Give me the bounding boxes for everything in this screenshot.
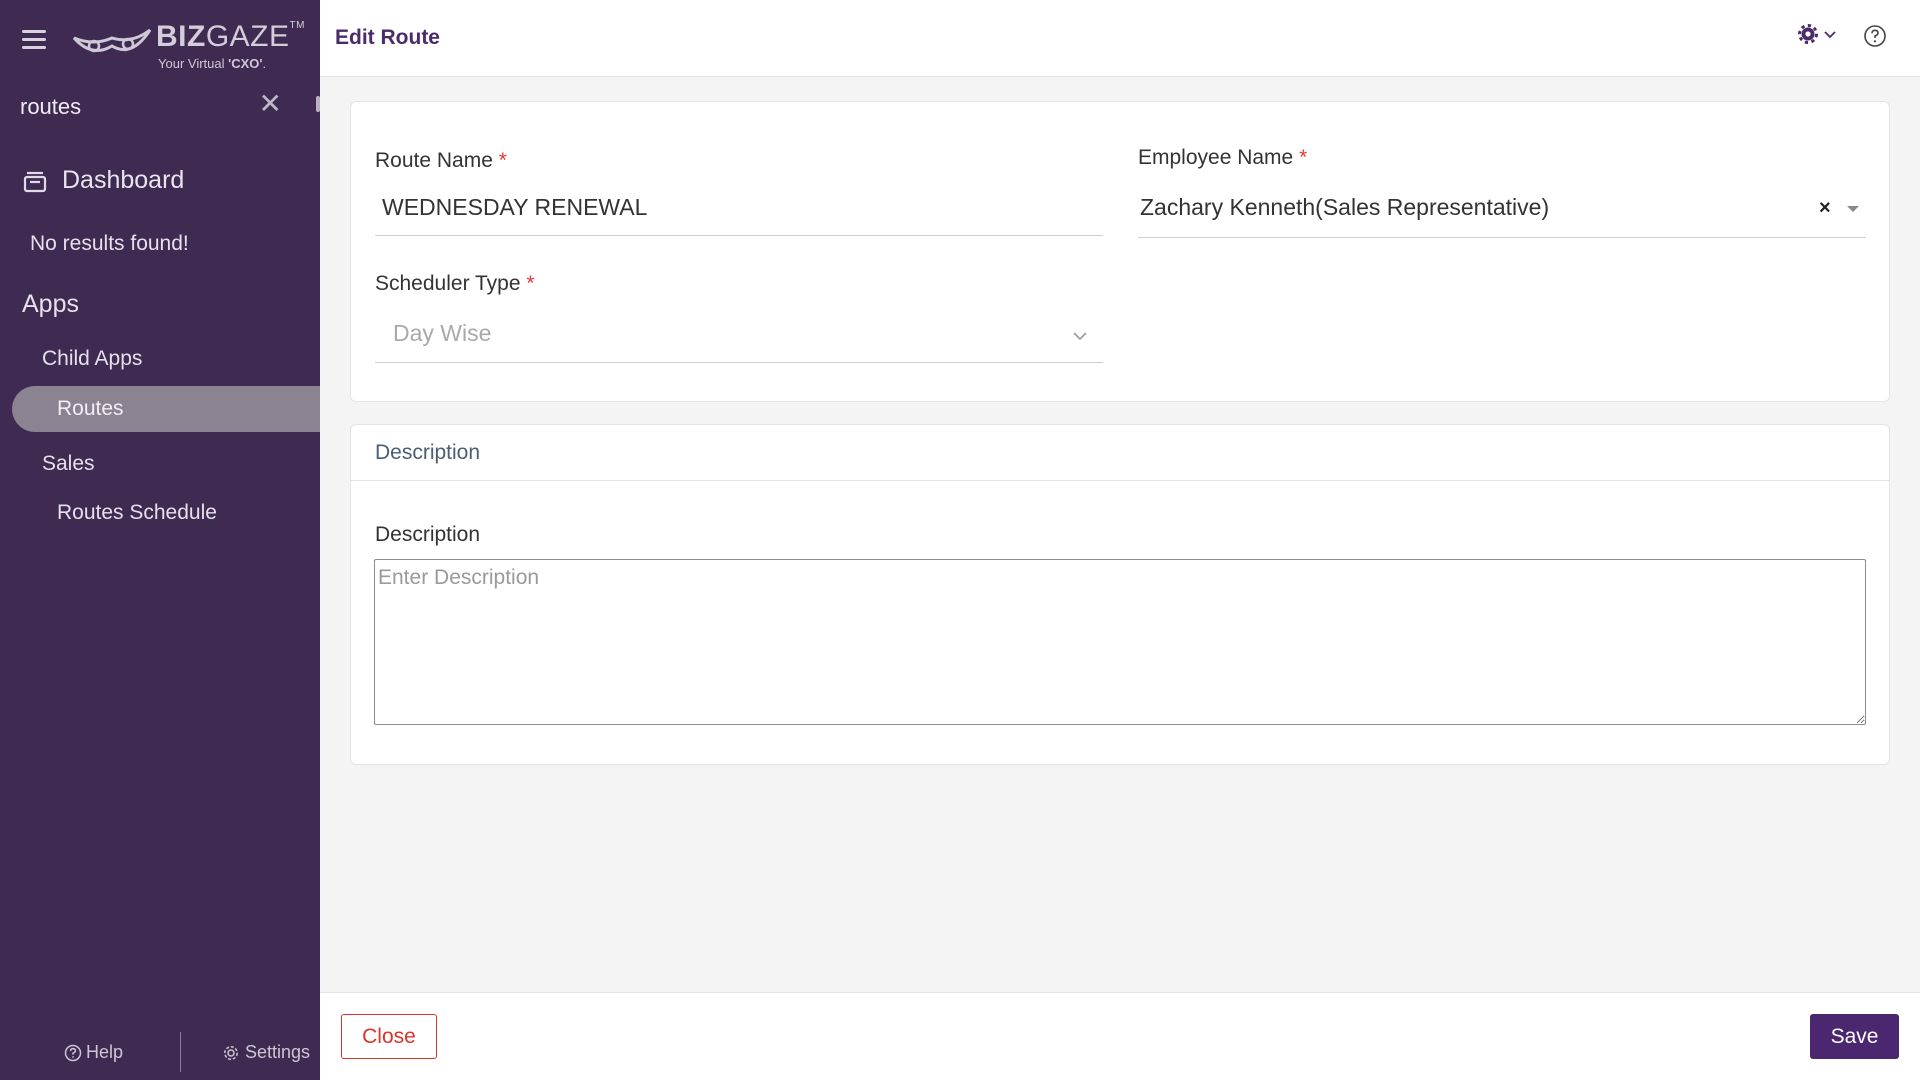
- settings-dropdown-button[interactable]: [1798, 24, 1837, 44]
- action-bar: Close Save: [320, 992, 1920, 1080]
- sidebar-item-sales[interactable]: Sales: [42, 452, 95, 476]
- description-textarea[interactable]: [374, 559, 1866, 725]
- logo-tagline: Your Virtual 'CXO'.: [158, 56, 267, 71]
- description-label: Description: [375, 523, 481, 546]
- help-circle-icon: [1864, 25, 1886, 47]
- sidebar-search-input[interactable]: routes: [20, 94, 81, 120]
- section-divider: [351, 480, 1889, 481]
- sidebar-search[interactable]: routes ✕: [20, 88, 282, 124]
- help-label: Help: [86, 1042, 124, 1062]
- sidebar-item-dashboard[interactable]: Dashboard: [22, 166, 184, 195]
- route-name-label: Route Name *: [375, 149, 507, 172]
- help-circle-icon: [64, 1044, 82, 1061]
- sidebar: BIZGAZETM Your Virtual 'CXO'. routes ✕ D…: [0, 0, 320, 1080]
- route-name-underline: [375, 235, 1103, 236]
- employee-name-select[interactable]: Zachary Kenneth(Sales Representative): [1140, 194, 1549, 221]
- apps-heading: Apps: [22, 290, 79, 318]
- sidebar-item-routes[interactable]: Routes: [12, 386, 320, 432]
- close-button[interactable]: Close: [341, 1014, 437, 1059]
- save-button[interactable]: Save: [1810, 1014, 1899, 1059]
- clear-selection-icon[interactable]: ×: [1819, 197, 1831, 220]
- logo[interactable]: BIZGAZETM Your Virtual 'CXO'.: [72, 18, 304, 71]
- owl-logo-icon: [72, 28, 152, 53]
- sidebar-footer: Help Settings: [0, 1030, 320, 1072]
- page-header: Edit Route: [320, 0, 1920, 77]
- sidebar-item-routes-schedule[interactable]: Routes Schedule: [57, 501, 217, 525]
- route-name-input[interactable]: WEDNESDAY RENEWAL: [382, 194, 647, 221]
- settings-label: Settings: [245, 1042, 311, 1062]
- chevron-down-icon: [1824, 31, 1836, 39]
- description-section-title: Description: [375, 441, 481, 464]
- dashboard-icon: [23, 171, 47, 192]
- sidebar-collapse-handle[interactable]: [316, 96, 320, 112]
- close-icon[interactable]: ✕: [259, 90, 282, 118]
- help-link[interactable]: Help: [64, 1042, 123, 1063]
- employee-name-label: Employee Name *: [1138, 146, 1308, 169]
- settings-link[interactable]: Settings: [222, 1042, 310, 1063]
- chevron-down-icon[interactable]: [1072, 331, 1088, 341]
- employee-name-underline: [1138, 237, 1866, 238]
- footer-divider: [180, 1032, 181, 1072]
- gear-icon: [1798, 24, 1818, 44]
- no-results-message: No results found!: [30, 232, 189, 255]
- route-details-card: Route Name * WEDNESDAY RENEWAL Employee …: [350, 101, 1890, 402]
- logo-wordmark: BIZGAZETM: [156, 20, 305, 53]
- gear-icon: [224, 1045, 238, 1060]
- scheduler-type-select[interactable]: Day Wise: [393, 320, 491, 347]
- caret-down-icon[interactable]: [1847, 206, 1859, 212]
- description-card: Description Description: [350, 424, 1890, 765]
- scheduler-type-underline: [375, 362, 1103, 363]
- scheduler-type-label: Scheduler Type *: [375, 272, 535, 295]
- sidebar-item-label: Routes: [57, 397, 124, 420]
- help-button[interactable]: [1863, 24, 1887, 53]
- sidebar-item-label: Dashboard: [62, 166, 185, 194]
- page-title: Edit Route: [335, 26, 440, 49]
- sidebar-item-child-apps[interactable]: Child Apps: [42, 347, 142, 371]
- menu-icon[interactable]: [22, 30, 46, 50]
